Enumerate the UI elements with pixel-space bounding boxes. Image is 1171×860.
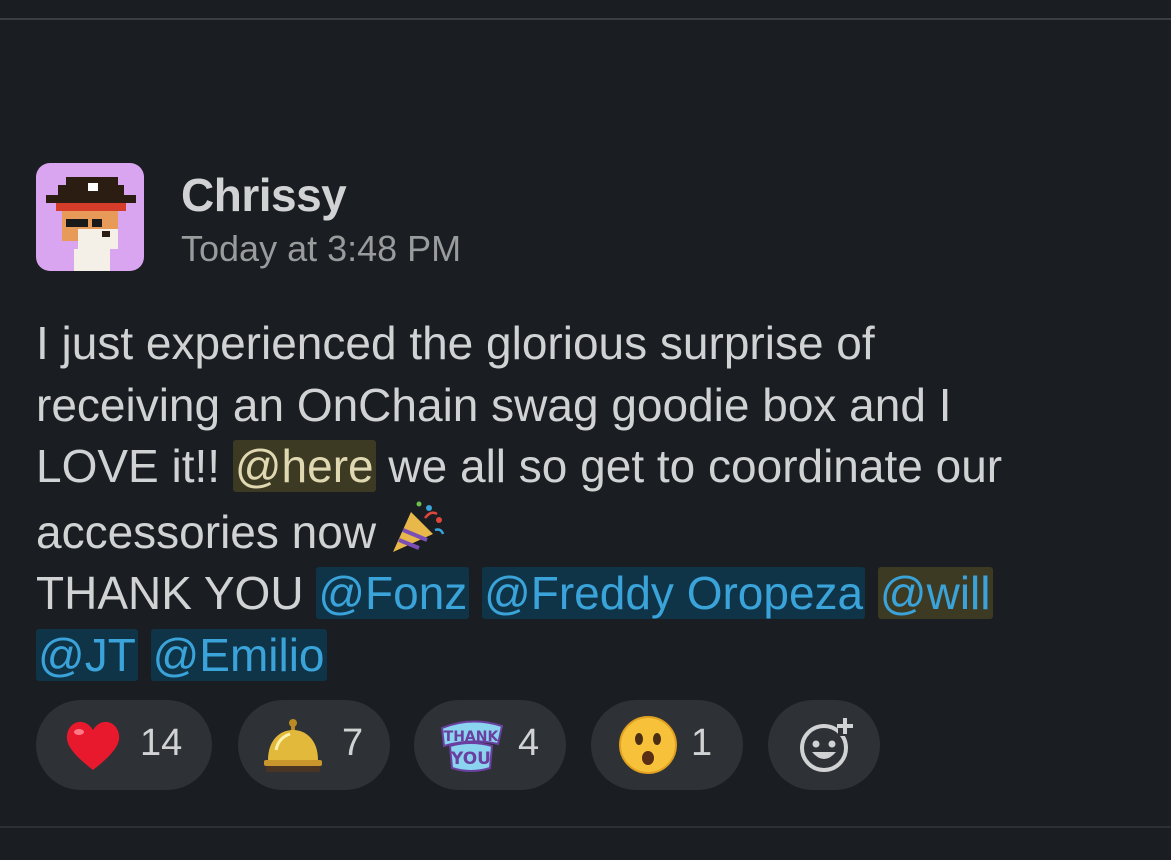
add-reaction-icon [800, 718, 853, 772]
pirate-avatar-icon [36, 163, 144, 271]
reaction-thank-you[interactable]: THANK YOU 4 [414, 700, 566, 790]
message-text: THANK YOU [36, 567, 317, 619]
message-line: @JT @Emilio [36, 625, 1146, 687]
mention-here[interactable]: @here [232, 440, 376, 492]
reaction-bell[interactable]: 7 [238, 700, 390, 790]
message-text: I just experienced the glorious surprise… [36, 317, 875, 369]
mention-emilio[interactable]: @Emilio [150, 628, 327, 681]
reaction-count: 4 [518, 722, 540, 764]
reaction-count: 7 [342, 722, 364, 764]
message-line: receiving an OnChain swag goodie box and… [36, 375, 1146, 437]
message-timestamp[interactable]: Today at 3:48 PM [181, 228, 461, 270]
svg-text:YOU: YOU [450, 749, 491, 769]
avatar[interactable] [36, 163, 144, 271]
message-line: LOVE it!! @here we all so get to coordin… [36, 436, 1146, 498]
message-line: accessories now [36, 498, 1146, 564]
message-text: receiving an OnChain swag goodie box and… [36, 378, 952, 431]
bottom-divider [0, 826, 1171, 828]
surprised-face-icon [619, 716, 677, 774]
thank-you-sticker-icon: THANK YOU [440, 720, 504, 772]
red-heart-icon [66, 721, 120, 770]
add-reaction-button[interactable] [768, 700, 880, 790]
reaction-surprised[interactable]: 1 [591, 700, 743, 790]
bellhop-bell-icon [264, 719, 322, 772]
message-line: I just experienced the glorious surprise… [36, 313, 1146, 375]
reaction-count: 1 [691, 722, 713, 764]
party-popper-icon [392, 501, 445, 552]
mention-fonz[interactable]: @Fonz [316, 567, 470, 619]
message-text: we all so get to coordinate our [375, 440, 1003, 492]
mention-jt[interactable]: @JT [36, 628, 138, 681]
message-line: THANK YOU @Fonz @Freddy Oropeza @will [36, 563, 1146, 625]
mention-freddy-oropeza[interactable]: @Freddy Oropeza [482, 567, 866, 619]
reaction-count: 14 [140, 722, 183, 764]
message-body: I just experienced the glorious surprise… [36, 313, 1146, 686]
message-author[interactable]: Chrissy [181, 168, 347, 222]
top-divider [0, 18, 1171, 20]
message-text: accessories now [36, 505, 389, 558]
message-text: LOVE it!! [36, 440, 233, 492]
mention-will[interactable]: @will [877, 567, 993, 619]
reaction-heart[interactable]: 14 [36, 700, 212, 790]
